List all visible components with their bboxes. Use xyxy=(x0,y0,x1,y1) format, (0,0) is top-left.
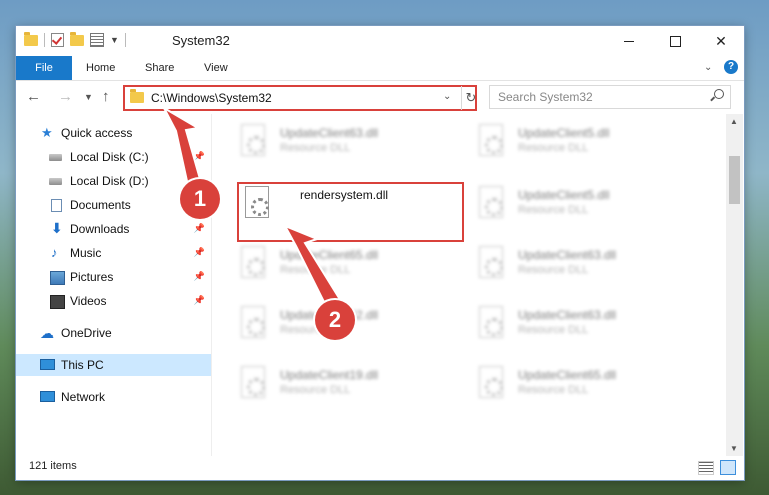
annotation-arrows xyxy=(161,105,346,316)
step2-badge: 2 xyxy=(315,300,355,340)
step1-badge: 1 xyxy=(180,179,220,219)
